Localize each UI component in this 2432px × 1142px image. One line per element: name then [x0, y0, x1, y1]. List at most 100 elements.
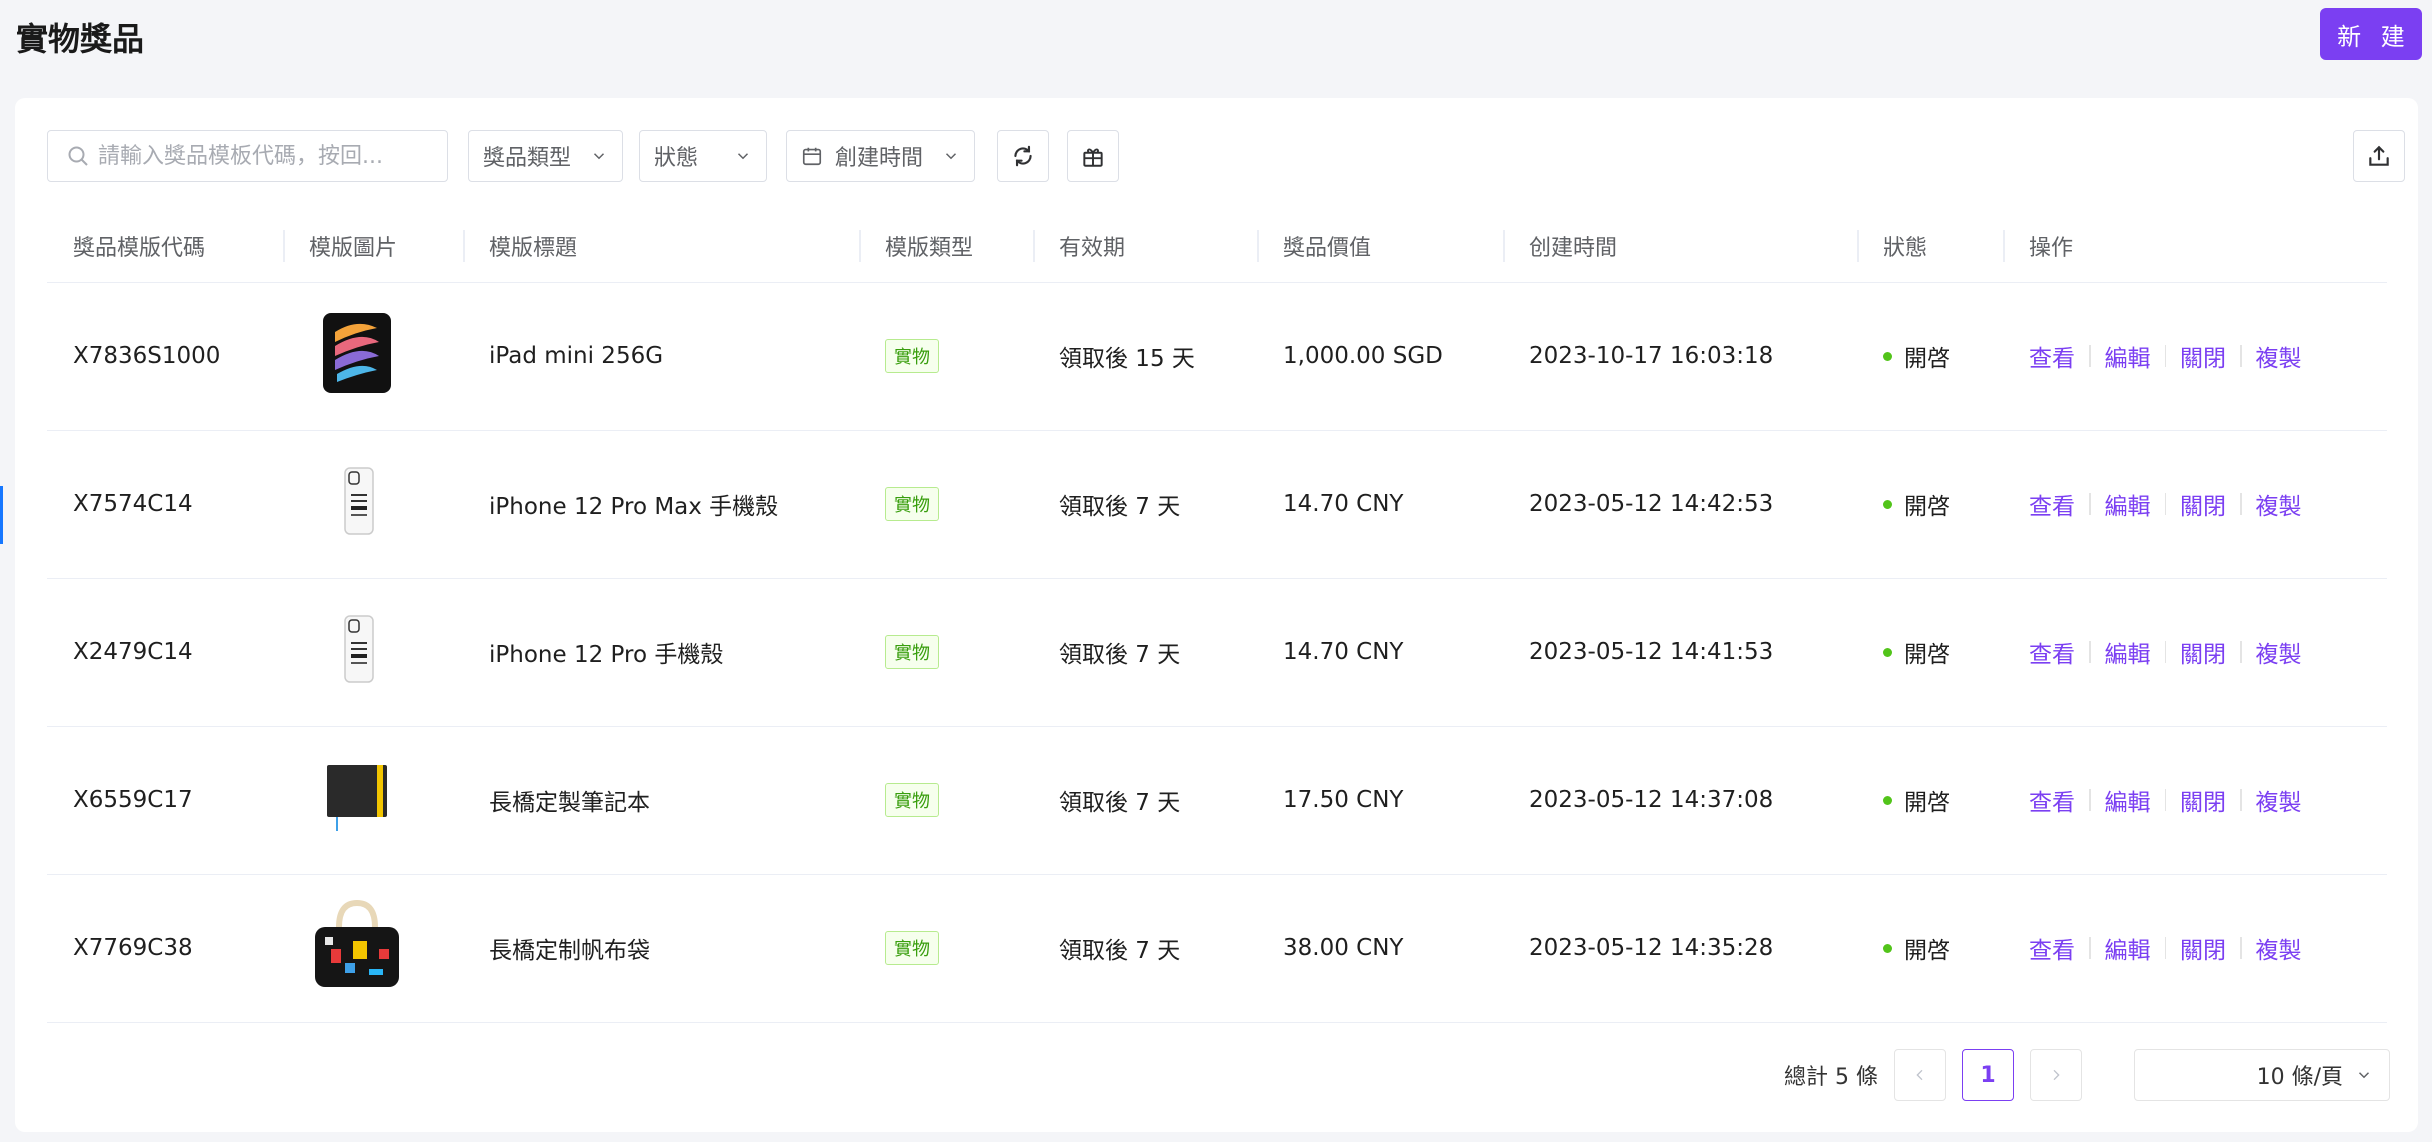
content-card: 獎品類型 狀態 創建時間 獎品模版代碼 模版圖片: [15, 98, 2418, 1132]
view-link[interactable]: 查看: [2029, 783, 2075, 817]
date-filter-label: 創建時間: [835, 146, 924, 171]
cell-image: [283, 282, 463, 431]
date-filter-select[interactable]: 創建時間: [786, 130, 975, 182]
search-box[interactable]: [47, 130, 448, 182]
type-tag: 實物: [885, 339, 939, 373]
cell-validity: 領取後 7 天: [1033, 874, 1257, 1023]
calendar-icon: [802, 147, 822, 166]
export-icon: [2369, 145, 2389, 166]
copy-link[interactable]: 複製: [2256, 487, 2302, 521]
edit-link[interactable]: 編輯: [2105, 931, 2151, 965]
pagination: 總計 5 條 1 10 條/頁: [1784, 1049, 2390, 1101]
close-link[interactable]: 關閉: [2180, 487, 2226, 521]
view-link[interactable]: 查看: [2029, 635, 2075, 669]
view-link[interactable]: 查看: [2029, 487, 2075, 521]
cell-title: 長橋定制帆布袋: [463, 874, 859, 1023]
cell-image: [283, 578, 463, 727]
table-row: X7574C14 iPhone 12 Pro Max 手機殼 實物 領取後 7 …: [47, 430, 2387, 579]
type-filter-select[interactable]: 獎品類型: [468, 130, 623, 182]
status-label: 開啓: [1904, 642, 1950, 668]
refresh-button[interactable]: [997, 130, 1049, 182]
cell-title: 長橋定製筆記本: [463, 726, 859, 875]
cell-image: [283, 874, 463, 1023]
close-link[interactable]: 關閉: [2180, 635, 2226, 669]
cell-status: 開啓: [1857, 282, 2003, 431]
header-status[interactable]: 狀態: [1857, 210, 2003, 283]
cell-actions: 查看 編輯 關閉 複製: [2003, 282, 2387, 431]
gift-icon: [1083, 148, 1103, 167]
view-link[interactable]: 查看: [2029, 339, 2075, 373]
prev-page-button[interactable]: [1894, 1049, 1946, 1101]
status-dot: [1883, 647, 1892, 657]
type-filter-label: 獎品類型: [483, 146, 572, 171]
cell-title: iPhone 12 Pro Max 手機殼: [463, 430, 859, 579]
chevron-down-icon: [945, 153, 957, 160]
close-link[interactable]: 關閉: [2180, 783, 2226, 817]
header-image[interactable]: 模版圖片: [283, 210, 463, 283]
export-button[interactable]: [2353, 130, 2405, 182]
status-filter-select[interactable]: 狀態: [639, 130, 767, 182]
cell-validity: 領取後 7 天: [1033, 726, 1257, 875]
cell-status: 開啓: [1857, 726, 2003, 875]
cell-value: 14.70 CNY: [1257, 430, 1503, 579]
table-row: X7836S1000 iPad mini 256G 實物 領取後 15 天 1,…: [47, 282, 2387, 431]
left-edge-indicator: [0, 486, 3, 544]
chevron-down-icon: [2358, 1072, 2370, 1079]
close-link[interactable]: 關閉: [2180, 339, 2226, 373]
status-filter-label: 狀態: [654, 146, 699, 171]
edit-link[interactable]: 編輯: [2105, 339, 2151, 373]
gift-button[interactable]: [1067, 130, 1119, 182]
copy-link[interactable]: 複製: [2256, 931, 2302, 965]
next-page-button[interactable]: [2030, 1049, 2082, 1101]
header-created[interactable]: 创建時間: [1503, 210, 1857, 283]
ipad-image: [323, 313, 391, 393]
cell-image: [283, 726, 463, 875]
type-tag: 實物: [885, 931, 939, 965]
cell-type: 實物: [859, 282, 1033, 431]
cell-value: 1,000.00 SGD: [1257, 282, 1503, 431]
header-validity[interactable]: 有效期: [1033, 210, 1257, 283]
status-label: 開啓: [1904, 938, 1950, 964]
status-dot: [1883, 499, 1892, 509]
search-input[interactable]: [98, 143, 438, 169]
header-value[interactable]: 獎品價值: [1257, 210, 1503, 283]
cell-code: X2479C14: [47, 578, 283, 727]
search-icon: [68, 146, 88, 166]
edit-link[interactable]: 編輯: [2105, 635, 2151, 669]
page-size-select[interactable]: 10 條/頁: [2134, 1049, 2390, 1101]
status-label: 開啓: [1904, 790, 1950, 816]
chevron-down-icon: [737, 153, 749, 160]
cell-type: 實物: [859, 874, 1033, 1023]
cell-value: 17.50 CNY: [1257, 726, 1503, 875]
table-row: X7769C38 長橋定制帆布袋 實物 領取後 7 天 38.00 CNY 20…: [47, 874, 2387, 1023]
copy-link[interactable]: 複製: [2256, 635, 2302, 669]
prize-table: 獎品模版代碼 模版圖片 模版標題 模版類型 有效期 獎品價值 创建時間 狀態 操…: [47, 210, 2387, 1023]
copy-link[interactable]: 複製: [2256, 339, 2302, 373]
edit-link[interactable]: 編輯: [2105, 783, 2151, 817]
header-type[interactable]: 模版類型: [859, 210, 1033, 283]
cell-title: iPad mini 256G: [463, 282, 859, 431]
cell-actions: 查看 編輯 關閉 複製: [2003, 578, 2387, 727]
close-link[interactable]: 關閉: [2180, 931, 2226, 965]
header-title[interactable]: 模版標題: [463, 210, 859, 283]
cell-status: 開啓: [1857, 874, 2003, 1023]
page-title: 實物獎品: [16, 20, 145, 58]
cell-created: 2023-05-12 14:42:53: [1503, 430, 1857, 579]
type-tag: 實物: [885, 487, 939, 521]
header-code[interactable]: 獎品模版代碼: [47, 210, 283, 283]
table-row: X6559C17 長橋定製筆記本 實物 領取後 7 天 17.50 CNY 20…: [47, 726, 2387, 875]
view-link[interactable]: 查看: [2029, 931, 2075, 965]
cell-value: 38.00 CNY: [1257, 874, 1503, 1023]
cell-created: 2023-10-17 16:03:18: [1503, 282, 1857, 431]
cell-type: 實物: [859, 430, 1033, 579]
page-button-current[interactable]: 1: [1962, 1049, 2014, 1101]
new-button[interactable]: 新 建: [2320, 8, 2422, 60]
cell-validity: 領取後 15 天: [1033, 282, 1257, 431]
toolbar: 獎品類型 狀態 創建時間: [47, 130, 2405, 182]
edit-link[interactable]: 編輯: [2105, 487, 2151, 521]
cell-actions: 查看 編輯 關閉 複製: [2003, 726, 2387, 875]
copy-link[interactable]: 複製: [2256, 783, 2302, 817]
cell-code: X6559C17: [47, 726, 283, 875]
tote-bag-image: [315, 899, 399, 987]
header-actions[interactable]: 操作: [2003, 210, 2387, 283]
